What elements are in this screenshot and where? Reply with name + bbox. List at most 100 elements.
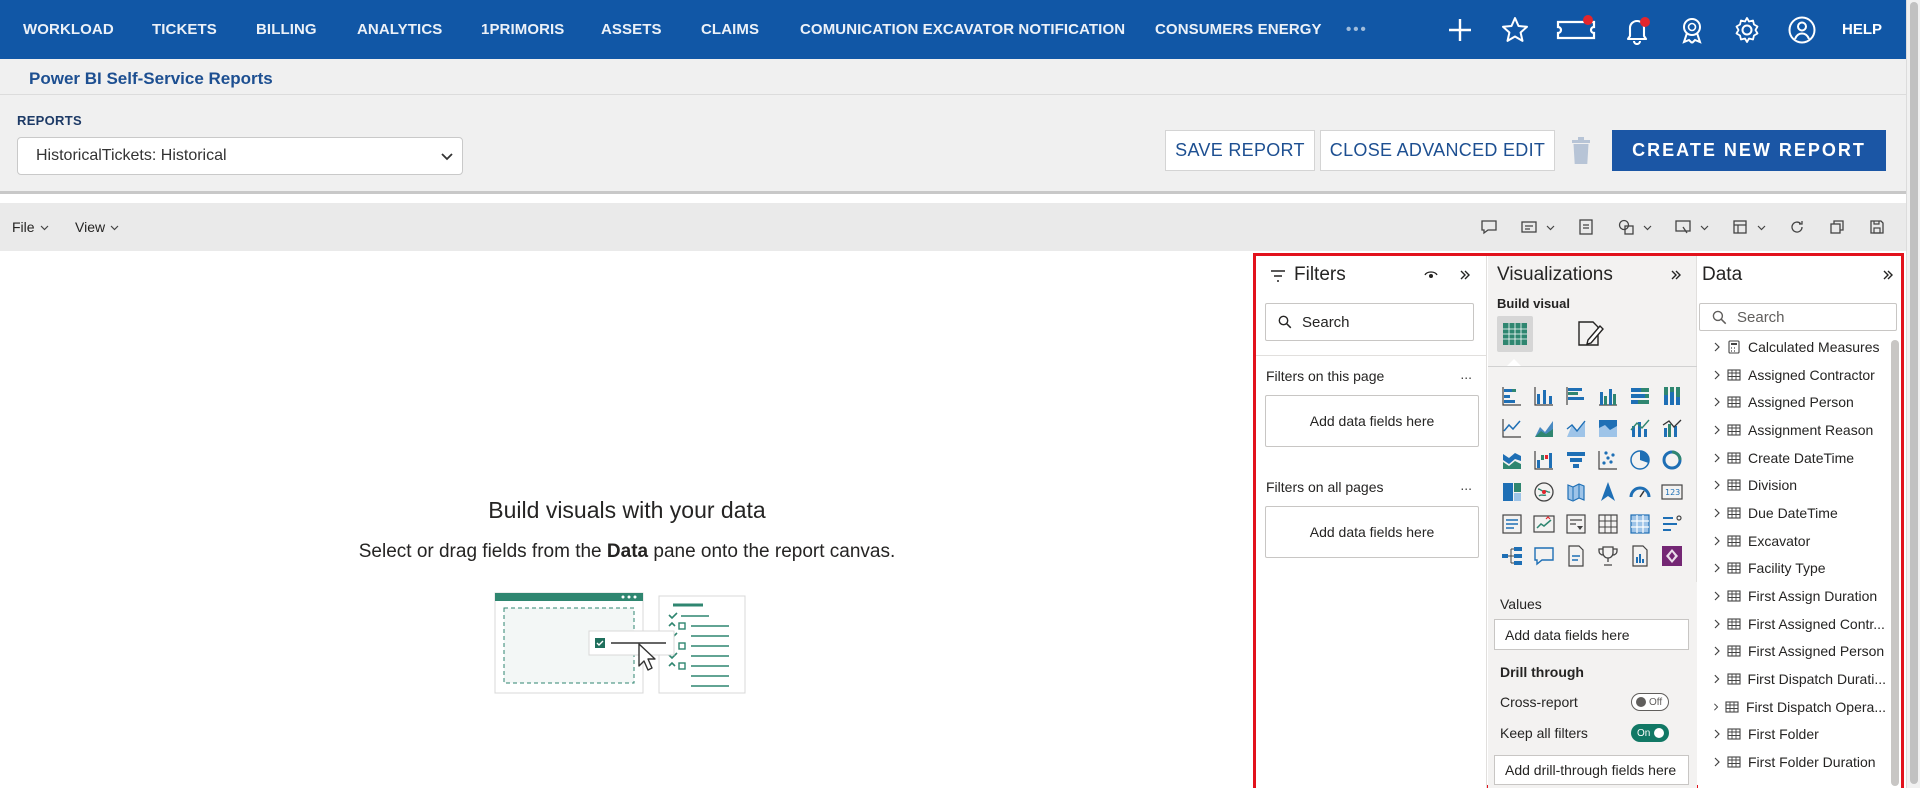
- table-icon[interactable]: [1592, 508, 1624, 540]
- chevron-right-icon[interactable]: [1712, 646, 1722, 656]
- data-table-item[interactable]: First Dispatch Opera...: [1698, 693, 1886, 721]
- key-influencers-icon[interactable]: [1656, 508, 1688, 540]
- trash-icon[interactable]: [1570, 137, 1592, 165]
- treemap-icon[interactable]: [1496, 476, 1528, 508]
- text-box-icon[interactable]: [1520, 218, 1555, 236]
- data-pane-scrollbar[interactable]: [1891, 340, 1899, 786]
- pie-chart-icon[interactable]: [1624, 444, 1656, 476]
- donut-chart-icon[interactable]: [1656, 444, 1688, 476]
- slicer-icon[interactable]: [1560, 508, 1592, 540]
- user-circle-icon[interactable]: [1787, 15, 1817, 45]
- collapse-chevron-icon[interactable]: [1881, 268, 1895, 282]
- present-icon[interactable]: [1674, 218, 1709, 236]
- azure-map-icon[interactable]: [1592, 476, 1624, 508]
- layout-icon[interactable]: [1731, 218, 1766, 236]
- gear-icon[interactable]: [1732, 15, 1762, 45]
- nav-analytics[interactable]: ANALYTICS: [357, 21, 442, 38]
- scatter-chart-icon[interactable]: [1592, 444, 1624, 476]
- area-chart-icon[interactable]: [1528, 412, 1560, 444]
- values-drop-well[interactable]: Add data fields here: [1494, 619, 1689, 650]
- data-table-item[interactable]: Assigned Person: [1698, 388, 1886, 416]
- smart-narrative-icon[interactable]: [1560, 540, 1592, 572]
- chevron-right-icon[interactable]: [1712, 370, 1722, 380]
- data-table-item[interactable]: Assignment Reason: [1698, 416, 1886, 444]
- data-table-item[interactable]: Excavator: [1698, 527, 1886, 555]
- data-table-item[interactable]: Division: [1698, 471, 1886, 499]
- nav-workload[interactable]: WORKLOAD: [23, 21, 114, 38]
- refresh-icon[interactable]: [1788, 218, 1806, 236]
- build-visual-tab[interactable]: [1497, 316, 1533, 352]
- data-table-item[interactable]: First Assigned Contr...: [1698, 610, 1886, 638]
- drill-through-drop-well[interactable]: Add drill-through fields here: [1494, 755, 1689, 785]
- chevron-right-icon[interactable]: [1712, 453, 1722, 463]
- stacked-column-chart-icon[interactable]: [1528, 380, 1560, 412]
- help-link[interactable]: HELP: [1842, 21, 1882, 38]
- chevron-right-icon[interactable]: [1712, 757, 1722, 767]
- ribbon-chart-icon[interactable]: [1496, 444, 1528, 476]
- chevron-right-icon[interactable]: [1712, 342, 1722, 352]
- create-new-report-button[interactable]: CREATE NEW REPORT: [1612, 130, 1886, 171]
- chevron-right-icon[interactable]: [1712, 425, 1722, 435]
- data-table-item[interactable]: Facility Type: [1698, 555, 1886, 583]
- stacked-bar-chart-icon[interactable]: [1496, 380, 1528, 412]
- multi-row-card-icon[interactable]: [1496, 508, 1528, 540]
- waterfall-chart-icon[interactable]: [1528, 444, 1560, 476]
- cross-report-toggle[interactable]: Off: [1631, 693, 1669, 711]
- power-apps-icon[interactable]: [1656, 540, 1688, 572]
- nav-consumers-energy[interactable]: CONSUMERS ENERGY: [1155, 21, 1322, 38]
- nav-more-icon[interactable]: •••: [1346, 21, 1368, 38]
- view-menu[interactable]: View: [75, 219, 119, 235]
- qa-icon[interactable]: [1528, 540, 1560, 572]
- data-table-item[interactable]: First Folder: [1698, 721, 1886, 749]
- chevron-right-icon[interactable]: [1712, 508, 1722, 518]
- decomposition-tree-icon[interactable]: [1496, 540, 1528, 572]
- chevron-right-icon[interactable]: [1712, 702, 1720, 712]
- funnel-chart-icon[interactable]: [1560, 444, 1592, 476]
- nav-billing[interactable]: BILLING: [256, 21, 317, 38]
- page-filters-drop-well[interactable]: Add data fields here: [1265, 395, 1479, 447]
- data-table-item[interactable]: First Folder Duration: [1698, 748, 1886, 776]
- data-table-item[interactable]: First Dispatch Durati...: [1698, 665, 1886, 693]
- chevron-right-icon[interactable]: [1712, 619, 1722, 629]
- chevron-right-icon[interactable]: [1712, 480, 1722, 490]
- line-and-clustered-column-chart-icon[interactable]: [1656, 412, 1688, 444]
- close-advanced-edit-button[interactable]: CLOSE ADVANCED EDIT: [1320, 130, 1555, 171]
- gauge-icon[interactable]: [1624, 476, 1656, 508]
- filled-map-icon[interactable]: [1560, 476, 1592, 508]
- save-icon[interactable]: [1868, 218, 1886, 236]
- nav-claims[interactable]: CLAIMS: [701, 21, 759, 38]
- data-table-item[interactable]: Create DateTime: [1698, 444, 1886, 472]
- paginated-report-icon[interactable]: [1624, 540, 1656, 572]
- keep-all-filters-toggle[interactable]: On: [1631, 724, 1669, 742]
- more-options-icon[interactable]: ...: [1460, 366, 1472, 382]
- data-table-item[interactable]: First Assign Duration: [1698, 582, 1886, 610]
- line-and-stacked-column-chart-icon[interactable]: [1624, 412, 1656, 444]
- nav-comunication-excavator-notification[interactable]: COMUNICATION EXCAVATOR NOTIFICATION: [800, 21, 1125, 38]
- eye-icon[interactable]: [1424, 269, 1438, 281]
- line-chart-icon[interactable]: [1496, 412, 1528, 444]
- collapse-chevron-icon[interactable]: [1458, 268, 1472, 282]
- star-icon[interactable]: [1500, 15, 1530, 45]
- format-visual-icon[interactable]: [1576, 318, 1606, 350]
- chevron-right-icon[interactable]: [1712, 729, 1722, 739]
- nav-tickets[interactable]: TICKETS: [152, 21, 217, 38]
- collapse-chevron-icon[interactable]: [1669, 268, 1683, 282]
- kpi-icon[interactable]: [1528, 508, 1560, 540]
- clustered-column-chart-icon[interactable]: [1592, 380, 1624, 412]
- save-report-button[interactable]: SAVE REPORT: [1165, 130, 1315, 171]
- page-scrollbar[interactable]: [1906, 0, 1920, 788]
- ticket-icon[interactable]: [1555, 14, 1597, 45]
- data-table-item[interactable]: First Assigned Person: [1698, 638, 1886, 666]
- chevron-right-icon[interactable]: [1712, 536, 1722, 546]
- report-select[interactable]: HistoricalTickets: Historical: [17, 137, 463, 175]
- file-menu[interactable]: File: [12, 219, 49, 235]
- chevron-right-icon[interactable]: [1712, 563, 1722, 573]
- nav-assets[interactable]: ASSETS: [601, 21, 662, 38]
- award-icon[interactable]: [1677, 15, 1707, 45]
- notes-icon[interactable]: [1577, 218, 1595, 236]
- chevron-right-icon[interactable]: [1712, 397, 1722, 407]
- data-table-item[interactable]: Assigned Contractor: [1698, 361, 1886, 389]
- duplicate-icon[interactable]: [1828, 218, 1846, 236]
- 100-stacked-area-chart-icon[interactable]: [1592, 412, 1624, 444]
- nav-1primoris[interactable]: 1PRIMORIS: [481, 21, 564, 38]
